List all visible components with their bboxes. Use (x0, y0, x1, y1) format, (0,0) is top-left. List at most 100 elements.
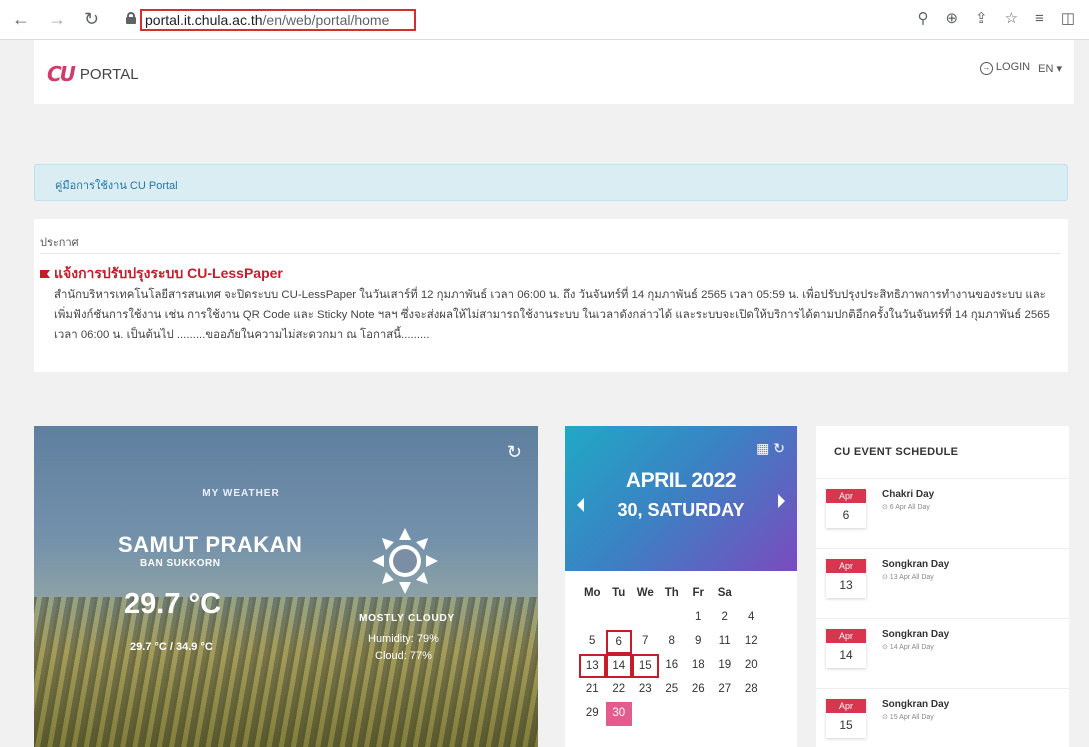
calendar-day[interactable]: 1 (685, 606, 712, 630)
announcement-heading: ประกาศ (40, 237, 79, 249)
event-time: ⊙ 6 Apr All Day (882, 504, 930, 511)
forward-icon[interactable]: → (48, 9, 66, 29)
language-label: EN (1038, 62, 1054, 75)
announcement-title-text: แจ้งการปรับปรุงระบบ CU-LessPaper (54, 265, 283, 281)
weather-range: 29.7 °C / 34.9 °C (130, 641, 213, 653)
calendar-day[interactable]: 13 (579, 654, 606, 678)
announcement-panel: ประกาศ แจ้งการปรับปรุงระบบ CU-LessPaper … (34, 219, 1068, 372)
calendar-day[interactable]: 21 (579, 678, 606, 702)
language-dropdown[interactable]: EN ▾ (1038, 62, 1062, 75)
lock-icon[interactable] (126, 12, 136, 24)
zoom-icon[interactable]: ⊕ (945, 9, 958, 29)
calendar-day[interactable]: 25 (659, 678, 686, 702)
announcement-title[interactable]: แจ้งการปรับปรุงระบบ CU-LessPaper (40, 263, 283, 285)
event-schedule: CU EVENT SCHEDULE Apr 6 Chakri Day ⊙ 6 Ap… (816, 426, 1069, 747)
calendar-day[interactable]: 19 (712, 654, 739, 678)
site-header: CU PORTAL → LOGIN EN ▾ (34, 40, 1074, 104)
event-item[interactable]: Apr 13 Songkran Day ⊙ 13 Apr All Day (816, 548, 1069, 618)
calendar-day[interactable]: 16 (659, 654, 686, 678)
weekday-header: Tu (612, 587, 626, 599)
login-link[interactable]: → LOGIN (979, 61, 1031, 75)
sun-icon (372, 528, 438, 594)
calendar-day[interactable]: 6 (605, 630, 632, 654)
event-month: Apr (826, 559, 866, 573)
browser-toolbar: ← → ↻ portal.it.chula.ac.th/en/web/porta… (0, 0, 1089, 40)
reading-list-icon[interactable]: ≡ (1035, 9, 1044, 29)
divider (40, 253, 1060, 254)
star-icon[interactable]: ☆ (1005, 9, 1018, 29)
calendar-icon[interactable]: ▦ (756, 440, 769, 456)
calendar-day[interactable]: 18 (685, 654, 712, 678)
guide-banner: คู่มือการใช้งาน CU Portal (34, 164, 1068, 201)
event-time: ⊙ 13 Apr All Day (882, 574, 934, 581)
event-date-badge: Apr 6 (826, 489, 866, 528)
url-path: /en/web/portal/home (262, 12, 390, 28)
calendar-day[interactable]: 2 (712, 606, 739, 630)
calendar-empty-cell (606, 606, 633, 630)
location-icon[interactable]: ⚲ (917, 9, 928, 29)
event-name: Songkran Day (882, 699, 950, 710)
event-schedule-title: CU EVENT SCHEDULE (834, 446, 959, 458)
event-name: Songkran Day (882, 629, 950, 640)
event-date-badge: Apr 14 (826, 629, 866, 668)
calendar-day[interactable]: 29 (579, 702, 606, 726)
background-image (34, 597, 538, 747)
calendar-day[interactable]: 9 (685, 630, 712, 654)
event-day: 13 (839, 578, 853, 592)
calendar-day[interactable]: 11 (712, 630, 739, 654)
weekday-header: Sa (717, 587, 732, 599)
calendar-day[interactable]: 12 (738, 630, 765, 654)
url-input[interactable]: portal.it.chula.ac.th/en/web/portal/home (140, 9, 416, 31)
calendar-day[interactable]: 4 (738, 606, 765, 630)
next-month-button[interactable] (778, 494, 785, 508)
calendar-grid: SuMoTuWeThFrSa12345678910111213141516171… (579, 582, 957, 726)
event-time: ⊙ 14 Apr All Day (882, 644, 934, 651)
event-item[interactable]: Apr 14 Songkran Day ⊙ 14 Apr All Day (816, 618, 1069, 688)
guide-link[interactable]: คู่มือการใช้งาน CU Portal (55, 176, 178, 194)
event-time: ⊙ 15 Apr All Day (882, 714, 934, 721)
event-month: Apr (826, 629, 866, 643)
calendar-day[interactable]: 14 (605, 654, 632, 678)
calendar-month: APRIL 2022 (625, 469, 737, 492)
calendar-day[interactable]: 28 (738, 678, 765, 702)
calendar-day[interactable]: 30 (605, 702, 632, 726)
weather-cloud: Cloud: 77% (375, 650, 432, 662)
calendar-selected-day: 30, SATURDAY (617, 500, 745, 520)
event-item[interactable]: Apr 6 Chakri Day ⊙ 6 Apr All Day (816, 478, 1069, 548)
calendar-day[interactable]: 5 (579, 630, 606, 654)
login-icon: → (979, 62, 993, 75)
weather-label: MY WEATHER (202, 488, 280, 499)
logo-mark: CU (47, 62, 76, 86)
weather-temperature: 29.7 °C (124, 588, 222, 620)
side-panel-icon[interactable]: ◫ (1061, 9, 1075, 29)
event-date-badge: Apr 13 (826, 559, 866, 598)
calendar-day[interactable]: 8 (659, 630, 686, 654)
calendar-day[interactable]: 7 (632, 630, 659, 654)
weekday-header: We (636, 587, 654, 599)
calendar-widget: ▦ ↻ APRIL 2022 30, SATURDAY SuMoTuWeThFr… (565, 426, 957, 747)
calendar-day[interactable]: 20 (738, 654, 765, 678)
calendar-day[interactable]: 15 (632, 654, 659, 678)
calendar-day[interactable]: 27 (712, 678, 739, 702)
event-month: Apr (826, 489, 866, 503)
url-host: portal.it.chula.ac.th (145, 12, 263, 28)
login-label: LOGIN (995, 61, 1031, 73)
event-item[interactable]: Apr 15 Songkran Day ⊙ 15 Apr All Day (816, 688, 1069, 747)
flag-icon (40, 270, 50, 278)
cu-portal-logo[interactable]: CU PORTAL (47, 62, 139, 86)
weather-humidity: Humidity: 79% (368, 633, 439, 645)
refresh-icon[interactable]: ↻ (773, 440, 785, 456)
calendar-empty-cell (659, 606, 686, 630)
weekday-header: Fr (692, 587, 705, 599)
chevron-down-icon: ▾ (1056, 62, 1062, 75)
event-day: 15 (839, 718, 853, 732)
calendar-day[interactable]: 22 (606, 678, 633, 702)
share-icon[interactable]: ⇪ (975, 9, 988, 29)
calendar-day[interactable]: 26 (685, 678, 712, 702)
weekday-header: Mo (583, 587, 601, 599)
event-name: Songkran Day (882, 559, 950, 570)
reload-icon[interactable]: ↻ (84, 9, 99, 29)
calendar-day[interactable]: 23 (632, 678, 659, 702)
back-icon[interactable]: ← (12, 9, 30, 29)
refresh-icon[interactable]: ↻ (507, 442, 522, 463)
